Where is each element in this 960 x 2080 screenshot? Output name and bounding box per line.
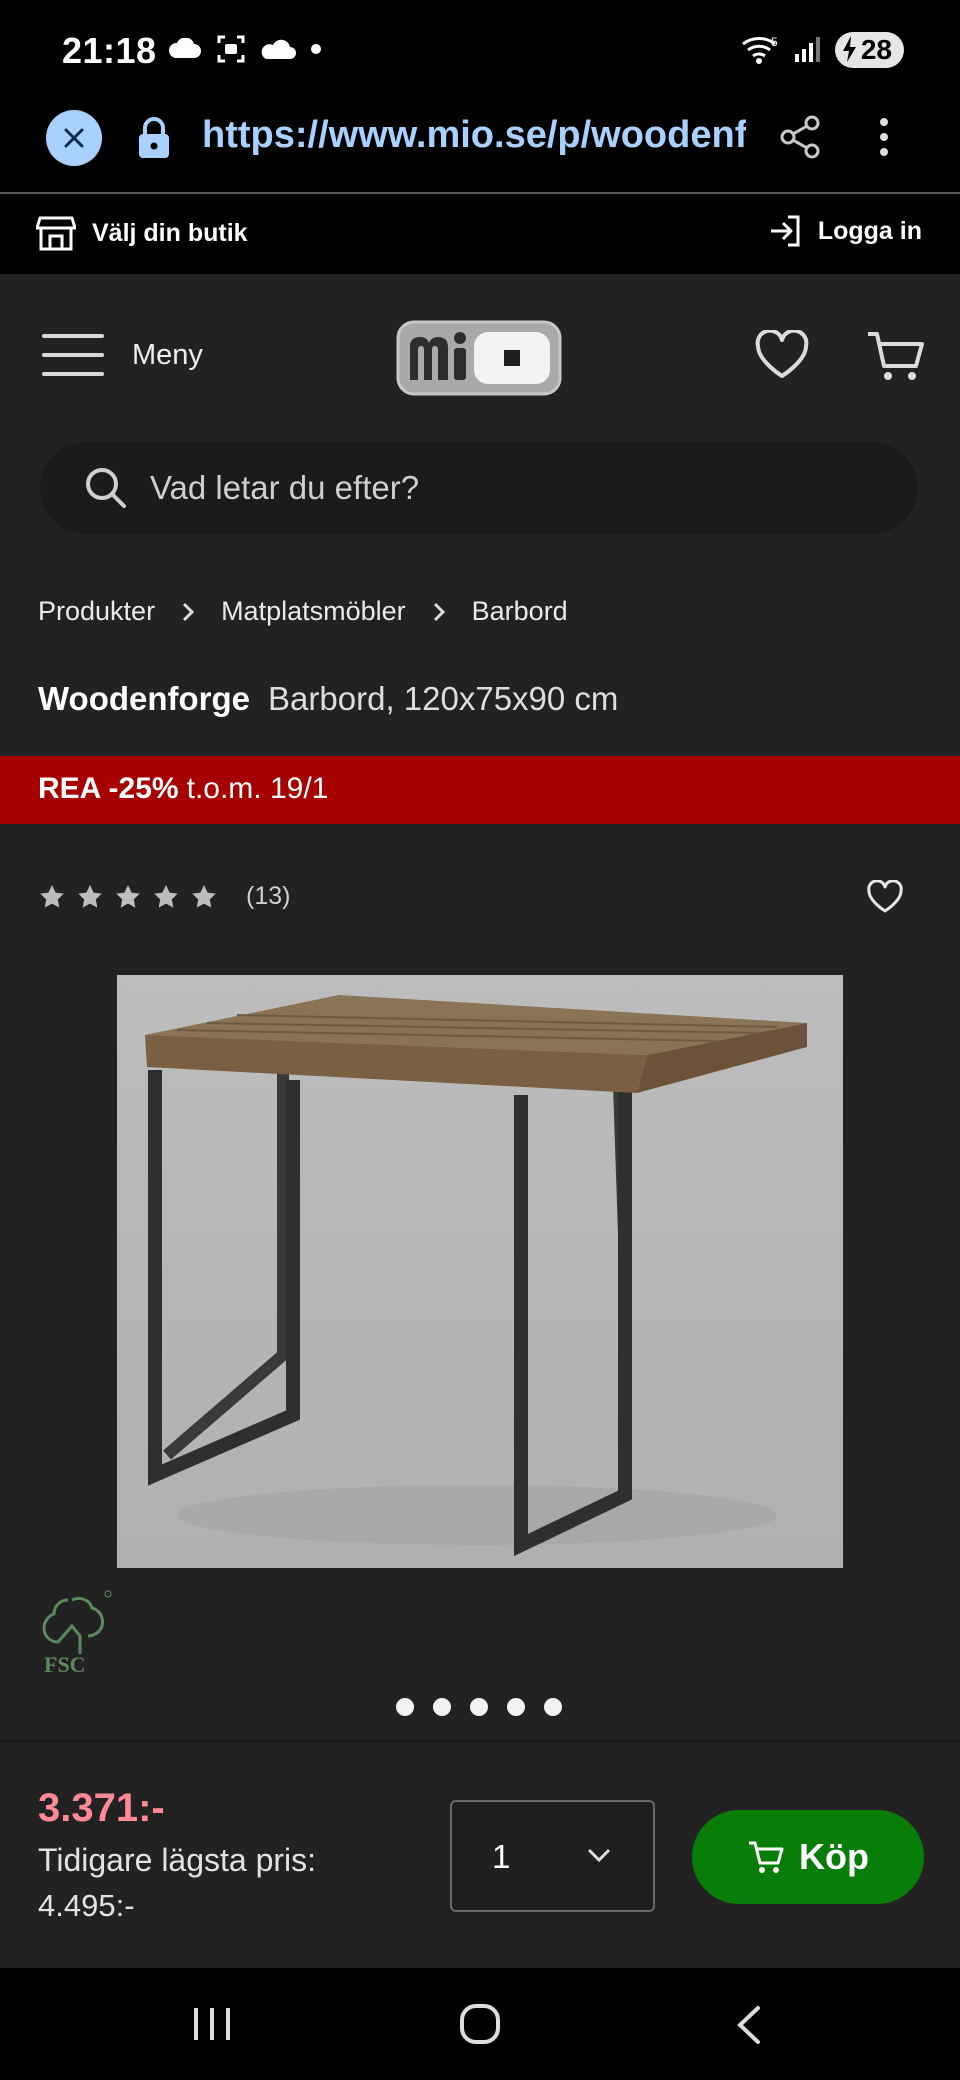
breadcrumb-item-barbord[interactable]: Barbord — [472, 596, 568, 627]
home-icon[interactable] — [458, 2002, 502, 2046]
wishlist-heart-icon[interactable] — [754, 330, 810, 380]
product-title: Woodenforge Barbord, 120x75x90 cm — [38, 680, 618, 718]
login-icon — [770, 215, 800, 247]
url-field[interactable]: https://www.mio.se/p/woodenforge-barbord — [202, 114, 746, 157]
product-image[interactable] — [117, 975, 843, 1568]
buy-bar: 3.371:- Tidigare lägsta pris: 4.495:- 1 … — [0, 1740, 960, 1968]
share-icon[interactable] — [778, 114, 822, 160]
top-links-bar: Välj din butik Logga in — [0, 194, 960, 274]
star-icon — [78, 884, 102, 908]
cart-icon — [749, 1841, 784, 1873]
carousel-dot[interactable] — [507, 1698, 525, 1716]
cart-icon[interactable] — [866, 328, 926, 384]
back-icon[interactable] — [734, 2004, 764, 2046]
status-time: 21:18 — [62, 30, 157, 71]
signal-icon — [794, 37, 820, 62]
battery-icon: 28 — [834, 32, 904, 68]
choose-store-link[interactable]: Välj din butik — [36, 214, 248, 252]
cloud-icon — [169, 38, 201, 58]
carousel-dot[interactable] — [470, 1698, 488, 1716]
login-label: Logga in — [817, 216, 922, 245]
bar-table-illustration — [145, 995, 807, 1557]
sale-label: REA -25% — [38, 772, 179, 805]
previous-price-value: 4.495:- — [38, 1888, 135, 1923]
chevron-down-icon — [587, 1848, 611, 1863]
sale-period: t.o.m. 19/1 — [186, 772, 329, 805]
search-bar[interactable] — [40, 442, 918, 534]
svg-text:5: 5 — [771, 35, 778, 49]
menu-button[interactable]: Meny — [42, 332, 203, 378]
mio-logo[interactable] — [396, 320, 562, 396]
battery-level: 28 — [860, 34, 892, 65]
review-count: (13) — [246, 882, 291, 910]
lock-icon — [139, 117, 169, 158]
search-icon — [86, 468, 126, 508]
star-icon — [116, 884, 140, 908]
carousel-dots — [396, 1698, 562, 1716]
store-icon — [36, 216, 76, 251]
wifi-icon: 5 — [741, 35, 778, 64]
breadcrumb-item-matplatsmobler[interactable]: Matplatsmöbler — [221, 596, 406, 627]
choose-store-label: Välj din butik — [92, 218, 248, 247]
carousel-dot[interactable] — [396, 1698, 414, 1716]
fsc-logo: FSC — [42, 1590, 112, 1677]
login-link[interactable]: Logga in — [768, 214, 922, 248]
star-icon — [154, 884, 178, 908]
system-nav-bar — [0, 1968, 960, 2080]
app-icon — [261, 39, 296, 59]
breadcrumb: Produkter Matplatsmöbler Barbord — [38, 596, 568, 627]
site-header: Meny — [0, 274, 960, 440]
status-bar: 21:18 5 28 — [0, 0, 960, 82]
carousel-dot[interactable] — [433, 1698, 451, 1716]
chevron-right-icon — [181, 601, 195, 623]
screenshot-icon — [217, 35, 245, 63]
quantity-value: 1 — [492, 1838, 511, 1875]
breadcrumb-item-produkter[interactable]: Produkter — [38, 596, 155, 627]
recent-apps-icon[interactable] — [190, 2006, 234, 2042]
hamburger-icon — [42, 334, 104, 376]
more-vert-icon[interactable] — [868, 114, 900, 160]
buy-button[interactable]: Köp — [692, 1810, 924, 1904]
menu-label: Meny — [132, 338, 203, 371]
close-tab-button[interactable] — [46, 110, 102, 166]
star-icon — [192, 884, 216, 908]
dot-icon — [311, 44, 321, 54]
add-to-wishlist-heart-icon[interactable] — [866, 880, 904, 914]
star-icon — [40, 884, 64, 908]
search-input[interactable] — [150, 462, 850, 514]
product-name: Barbord, 120x75x90 cm — [268, 680, 619, 717]
quantity-select[interactable]: 1 — [450, 1800, 655, 1912]
browser-url-bar: https://www.mio.se/p/woodenforge-barbord — [0, 82, 960, 194]
product-rating[interactable]: (13) — [38, 882, 290, 911]
current-price: 3.371:- — [38, 1786, 165, 1830]
close-icon — [64, 128, 84, 148]
previous-price-label: Tidigare lägsta pris: — [38, 1842, 317, 1878]
fsc-label: FSC — [44, 1652, 86, 1677]
buy-label: Köp — [799, 1836, 869, 1877]
chevron-right-icon — [432, 601, 446, 623]
product-brand[interactable]: Woodenforge — [38, 680, 250, 717]
carousel-dot[interactable] — [544, 1698, 562, 1716]
sale-banner: REA -25% t.o.m. 19/1 — [0, 756, 960, 824]
